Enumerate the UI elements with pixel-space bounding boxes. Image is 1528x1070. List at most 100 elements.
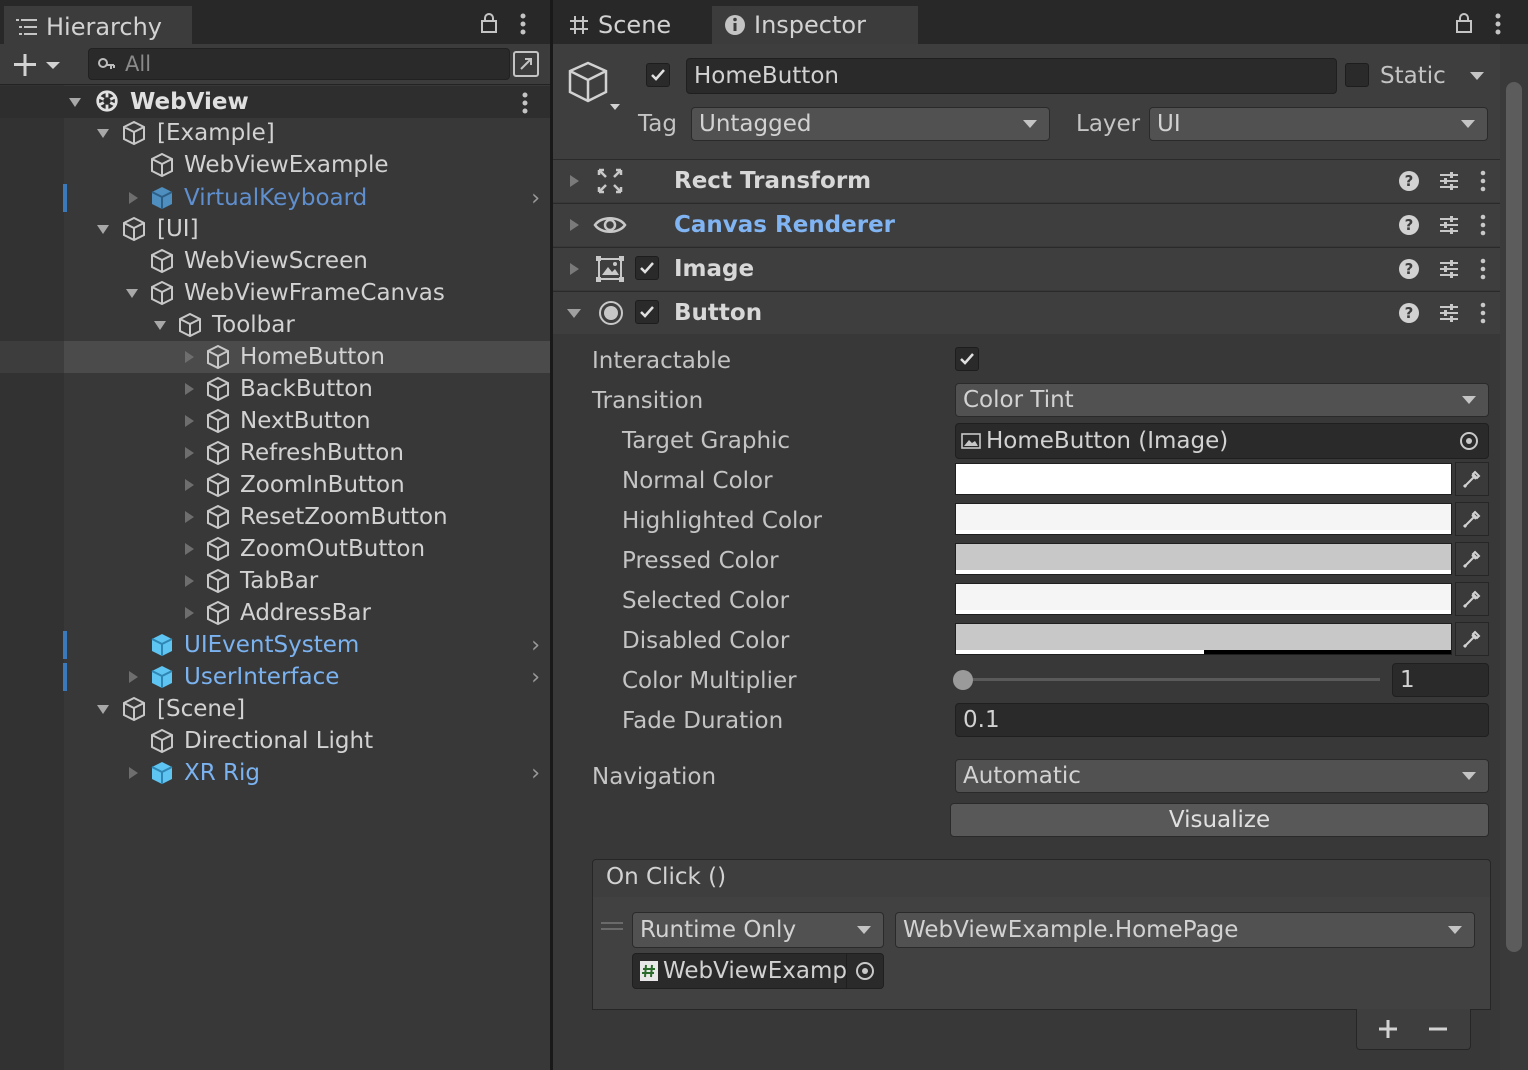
open-prefab-arrow-icon[interactable]: › — [531, 761, 540, 786]
hierarchy-item[interactable]: [Example] — [0, 117, 550, 149]
foldout-closed-icon[interactable] — [567, 218, 581, 232]
onclick-object-field[interactable]: WebViewExampl — [632, 953, 884, 989]
hierarchy-item[interactable]: RefreshButton — [0, 437, 550, 469]
multiplier-slider-track[interactable] — [962, 678, 1380, 681]
tab-hierarchy[interactable]: Hierarchy — [4, 6, 192, 46]
component-rect-transform[interactable]: Rect Transform ? — [553, 159, 1500, 202]
tab-inspector[interactable]: Inspector — [712, 6, 918, 44]
foldout-closed-icon[interactable] — [182, 414, 196, 428]
foldout-open-icon[interactable] — [153, 318, 167, 332]
foldout-closed-icon[interactable] — [182, 478, 196, 492]
tag-dropdown[interactable]: Untagged — [691, 107, 1050, 141]
foldout-closed-icon[interactable] — [182, 574, 196, 588]
add-create-button[interactable] — [12, 52, 64, 78]
eyedropper-button[interactable] — [1455, 542, 1489, 576]
inspector-lock-icon[interactable] — [1455, 12, 1473, 34]
hierarchy-item[interactable]: [UI] — [0, 213, 550, 245]
hierarchy-item[interactable]: BackButton — [0, 373, 550, 405]
object-name-field[interactable]: HomeButton — [686, 58, 1337, 94]
fade-duration-input[interactable]: 0.1 — [955, 703, 1489, 737]
eyedropper-button[interactable] — [1455, 622, 1489, 656]
hierarchy-item[interactable]: ZoomInButton — [0, 469, 550, 501]
hierarchy-item[interactable]: XR Rig › — [0, 757, 550, 789]
pressed-color-swatch[interactable] — [955, 543, 1452, 575]
foldout-open-icon[interactable] — [566, 306, 582, 320]
runtime-dropdown[interactable]: Runtime Only — [632, 912, 884, 948]
static-checkbox[interactable] — [1345, 63, 1369, 87]
foldout-closed-icon[interactable] — [182, 350, 196, 364]
gameobject-large-icon[interactable] — [566, 60, 624, 114]
lock-icon[interactable] — [480, 12, 498, 34]
eyedropper-button[interactable] — [1455, 502, 1489, 536]
hierarchy-item[interactable]: ResetZoomButton — [0, 501, 550, 533]
navigation-dropdown[interactable]: Automatic — [955, 759, 1489, 793]
image-enabled-checkbox[interactable] — [635, 256, 659, 280]
color-multiplier-input[interactable]: 1 — [1392, 663, 1489, 697]
target-graphic-field[interactable]: HomeButton (Image) — [955, 423, 1489, 459]
multiplier-slider-thumb[interactable] — [953, 670, 973, 690]
component-image[interactable]: Image ? — [553, 247, 1500, 290]
help-icon[interactable]: ? — [1398, 214, 1420, 236]
layer-dropdown[interactable]: UI — [1149, 107, 1488, 141]
foldout-open-icon[interactable] — [125, 286, 139, 300]
foldout-closed-icon[interactable] — [182, 542, 196, 556]
hierarchy-item[interactable]: WebViewExample — [0, 149, 550, 181]
active-checkbox[interactable] — [646, 63, 670, 87]
hierarchy-item-selected[interactable]: HomeButton — [0, 341, 550, 373]
foldout-closed-icon[interactable] — [567, 262, 581, 276]
normal-color-swatch[interactable] — [955, 463, 1452, 495]
object-picker-icon[interactable] — [1458, 430, 1480, 452]
static-dropdown-icon[interactable] — [1469, 70, 1485, 82]
hierarchy-item[interactable]: WebViewFrameCanvas — [0, 277, 550, 309]
open-prefab-arrow-icon[interactable]: › — [531, 665, 540, 690]
scene-root-row[interactable]: WebView — [0, 86, 550, 118]
component-menu-icon[interactable] — [1478, 302, 1488, 324]
hierarchy-item[interactable]: [Scene] — [0, 693, 550, 725]
hierarchy-search-input[interactable]: All — [88, 48, 510, 80]
foldout-open-icon[interactable] — [96, 702, 110, 716]
hierarchy-item[interactable]: NextButton — [0, 405, 550, 437]
help-icon[interactable]: ? — [1398, 258, 1420, 280]
remove-listener-icon[interactable] — [1427, 1018, 1449, 1040]
disabled-color-swatch[interactable] — [955, 623, 1452, 655]
foldout-closed-icon[interactable] — [567, 174, 581, 188]
hierarchy-item[interactable]: UIEventSystem › — [0, 629, 550, 661]
foldout-closed-icon[interactable] — [126, 191, 140, 205]
foldout-open-icon[interactable] — [96, 222, 110, 236]
hierarchy-item[interactable]: WebViewScreen — [0, 245, 550, 277]
hierarchy-item[interactable]: Directional Light — [0, 725, 550, 757]
component-menu-icon[interactable] — [1478, 214, 1488, 236]
eyedropper-button[interactable] — [1455, 462, 1489, 496]
object-picker-button[interactable] — [846, 954, 883, 988]
presets-icon[interactable] — [1438, 170, 1460, 192]
inspector-menu-icon[interactable] — [1493, 12, 1503, 36]
visualize-button[interactable]: Visualize — [950, 803, 1489, 837]
hierarchy-item[interactable]: TabBar — [0, 565, 550, 597]
hierarchy-item[interactable]: UserInterface › — [0, 661, 550, 693]
selected-color-swatch[interactable] — [955, 583, 1452, 615]
function-dropdown[interactable]: WebViewExample.HomePage — [895, 912, 1475, 948]
presets-icon[interactable] — [1438, 214, 1460, 236]
scene-menu-icon[interactable] — [520, 91, 530, 115]
hierarchy-item[interactable]: VirtualKeyboard › — [0, 182, 550, 214]
hierarchy-item[interactable]: Toolbar — [0, 309, 550, 341]
eyedropper-button[interactable] — [1455, 582, 1489, 616]
open-prefab-arrow-icon[interactable]: › — [531, 633, 540, 658]
component-menu-icon[interactable] — [1478, 258, 1488, 280]
foldout-closed-icon[interactable] — [182, 606, 196, 620]
foldout-closed-icon[interactable] — [182, 382, 196, 396]
help-icon[interactable]: ? — [1398, 170, 1420, 192]
presets-icon[interactable] — [1438, 302, 1460, 324]
more-menu-icon[interactable] — [518, 12, 528, 36]
button-enabled-checkbox[interactable] — [635, 300, 659, 324]
foldout-closed-icon[interactable] — [126, 670, 140, 684]
component-menu-icon[interactable] — [1478, 170, 1488, 192]
foldout-closed-icon[interactable] — [182, 510, 196, 524]
component-button[interactable]: Button ? — [553, 291, 1500, 334]
drag-handle-icon[interactable] — [600, 920, 624, 932]
hierarchy-item[interactable]: AddressBar — [0, 597, 550, 629]
help-icon[interactable]: ? — [1398, 302, 1420, 324]
foldout-closed-icon[interactable] — [182, 446, 196, 460]
add-listener-icon[interactable] — [1377, 1018, 1399, 1040]
component-canvas-renderer[interactable]: Canvas Renderer ? — [553, 203, 1500, 246]
